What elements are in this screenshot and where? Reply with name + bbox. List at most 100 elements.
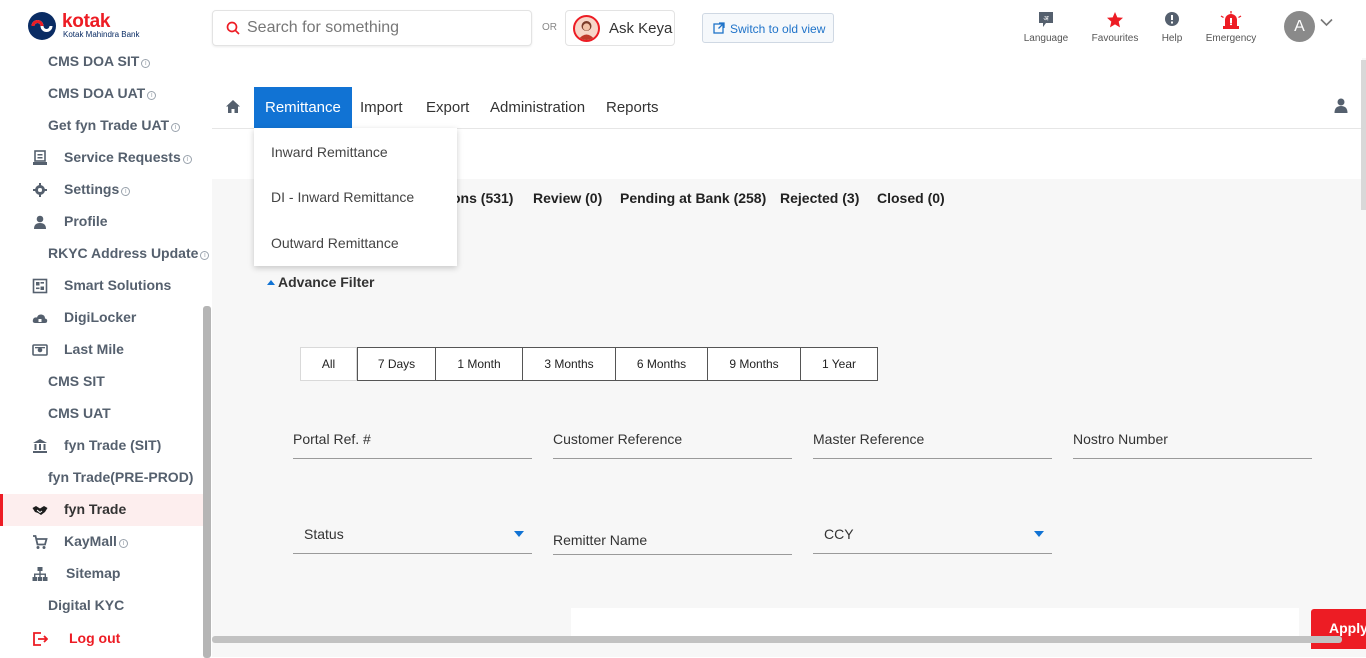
tab-remittance[interactable]: Remittance	[254, 87, 352, 128]
sidebar-item-settings[interactable]: Settings i	[0, 174, 203, 206]
period-1-month[interactable]: 1 Month	[436, 347, 523, 381]
siren-icon	[1220, 11, 1242, 29]
favourites-button[interactable]: Favourites	[1090, 11, 1140, 44]
nostro-number-field[interactable]: Nostro Number	[1073, 427, 1312, 459]
info-icon[interactable]: i	[118, 539, 128, 548]
info-icon[interactable]: i	[171, 123, 181, 132]
sidebar-item-sitemap[interactable]: Sitemap	[0, 558, 203, 590]
sidebar-item-text: CMS DOA UAT	[48, 85, 146, 101]
sitemap-icon	[32, 567, 48, 581]
cash-icon	[32, 344, 48, 356]
sidebar-scrollbar[interactable]	[203, 306, 211, 658]
sidebar-item-fyn-trade-pre-prod[interactable]: fyn Trade(PRE-PROD)	[0, 462, 203, 494]
cart-icon	[33, 535, 48, 549]
period-9-months[interactable]: 9 Months	[708, 347, 801, 381]
sidebar-item-digilocker[interactable]: DigiLocker	[0, 302, 203, 334]
info-icon[interactable]: i	[182, 155, 192, 164]
sidebar-item-label: Service Requests i	[64, 149, 192, 165]
menu-item-outward-remittance[interactable]: Outward Remittance	[271, 235, 399, 251]
portal-ref-field[interactable]: Portal Ref. #	[293, 427, 532, 459]
tab-rejected[interactable]: Rejected (3)	[780, 190, 859, 206]
period-7-days[interactable]: 7 Days	[357, 347, 436, 381]
menu-item-inward-remittance[interactable]: Inward Remittance	[271, 144, 388, 160]
sidebar-item-cms-uat[interactable]: CMS UAT	[0, 398, 203, 430]
sidebar-item-label: Smart Solutions	[64, 277, 171, 293]
sidebar-item-label: CMS UAT	[48, 405, 111, 421]
sidebar-item-digital-kyc[interactable]: Digital KYC	[0, 590, 203, 622]
sidebar-item-log-out[interactable]: Log out	[0, 623, 203, 655]
master-reference-label: Master Reference	[813, 431, 925, 447]
sidebar-item-get-fyn-trade-uat[interactable]: Get fyn Trade UAT i	[0, 110, 203, 142]
search-icon	[226, 21, 240, 35]
sidebar-item-kaymall[interactable]: KayMall i	[0, 526, 203, 558]
sidebar-item-label: RKYC Address Update i	[48, 245, 210, 261]
status-label: Status	[304, 526, 344, 542]
sidebar-item-fyn-trade[interactable]: fyn Trade	[0, 494, 203, 526]
sidebar-item-label: fyn Trade	[64, 501, 126, 517]
emergency-button[interactable]: Emergency	[1205, 11, 1257, 44]
home-icon[interactable]	[225, 99, 241, 114]
info-icon[interactable]: i	[200, 251, 210, 260]
info-icon[interactable]: i	[147, 91, 157, 100]
sidebar-item-profile[interactable]: Profile	[0, 206, 203, 238]
sidebar-item-text: CMS SIT	[48, 373, 105, 389]
period-all[interactable]: All	[300, 347, 357, 381]
period-6-months[interactable]: 6 Months	[616, 347, 708, 381]
user-icon[interactable]	[1334, 98, 1348, 113]
sidebar-item-fyn-trade-sit[interactable]: fyn Trade (SIT)	[0, 430, 203, 462]
kotak-logo[interactable]: kotak Kotak Mahindra Bank	[27, 10, 157, 46]
sidebar-item-smart-solutions[interactable]: Smart Solutions	[0, 270, 203, 302]
period-3-months[interactable]: 3 Months	[523, 347, 616, 381]
switch-old-view-button[interactable]: Switch to old view	[702, 13, 834, 43]
help-button[interactable]: Help	[1160, 11, 1184, 44]
search-box[interactable]	[212, 10, 532, 46]
horizontal-scrollbar[interactable]	[212, 636, 1342, 643]
tab-administration[interactable]: Administration	[490, 87, 585, 128]
tab-review[interactable]: Review (0)	[533, 190, 602, 206]
apply-button[interactable]: Apply	[1311, 609, 1366, 649]
language-label: Language	[1023, 33, 1069, 44]
vertical-scrollbar[interactable]	[1361, 60, 1366, 210]
profile-avatar[interactable]: A	[1284, 11, 1315, 42]
customer-reference-field[interactable]: Customer Reference	[553, 427, 792, 459]
logo-subtitle: Kotak Mahindra Bank	[63, 30, 140, 39]
tab-closed[interactable]: Closed (0)	[877, 190, 945, 206]
language-button[interactable]: अ Language	[1023, 11, 1069, 44]
ccy-select[interactable]: CCY	[813, 518, 1052, 554]
sidebar-item-last-mile[interactable]: Last Mile	[0, 334, 203, 366]
advance-filter-toggle[interactable]: Advance Filter	[267, 274, 374, 290]
period-selector: All 7 Days 1 Month 3 Months 6 Months 9 M…	[300, 347, 878, 381]
logout-icon	[33, 632, 48, 646]
sidebar-item-label: Get fyn Trade UAT i	[48, 117, 181, 133]
sidebar-item-cms-sit[interactable]: CMS SIT	[0, 366, 203, 398]
remitter-name-field[interactable]: Remitter Name	[553, 524, 792, 555]
sidebar-item-text: CMS DOA SIT	[48, 53, 140, 69]
sidebar-item-cms-doa-uat[interactable]: CMS DOA UAT i	[0, 78, 203, 110]
search-input[interactable]	[247, 17, 517, 39]
master-reference-field[interactable]: Master Reference	[813, 427, 1052, 459]
smart-solutions-icon	[32, 278, 48, 294]
sidebar-item-label: fyn Trade (SIT)	[64, 437, 161, 453]
sidebar-item-rkyc-address-update[interactable]: RKYC Address Update i	[0, 238, 210, 270]
period-1-year[interactable]: 1 Year	[801, 347, 878, 381]
tab-pending-at-bank[interactable]: Pending at Bank (258)	[620, 190, 766, 206]
star-icon	[1107, 12, 1123, 28]
ask-keya-button[interactable]: Ask Keya	[565, 10, 675, 46]
chevron-down-icon[interactable]	[1320, 18, 1333, 27]
remitter-name-label: Remitter Name	[553, 532, 648, 548]
sidebar-item-text: fyn Trade	[64, 501, 127, 517]
sidebar-item-text: fyn Trade(PRE-PROD)	[48, 469, 194, 485]
sidebar-item-text: Sitemap	[66, 565, 121, 581]
tab-import[interactable]: Import	[360, 87, 403, 128]
info-icon[interactable]: i	[121, 187, 131, 196]
menu-item-di-inward-remittance[interactable]: DI - Inward Remittance	[271, 189, 414, 205]
sidebar-item-service-requests[interactable]: Service Requests i	[0, 142, 203, 174]
info-icon[interactable]: i	[141, 59, 151, 68]
tab-reports[interactable]: Reports	[606, 87, 659, 128]
keya-avatar-icon	[573, 15, 600, 42]
sidebar-item-cms-doa-sit[interactable]: CMS DOA SIT i	[0, 46, 203, 78]
tab-transactions[interactable]: ons (531)	[452, 190, 513, 206]
portal-ref-label: Portal Ref. #	[293, 431, 371, 447]
status-select[interactable]: Status	[293, 518, 532, 554]
tab-export[interactable]: Export	[426, 87, 469, 128]
